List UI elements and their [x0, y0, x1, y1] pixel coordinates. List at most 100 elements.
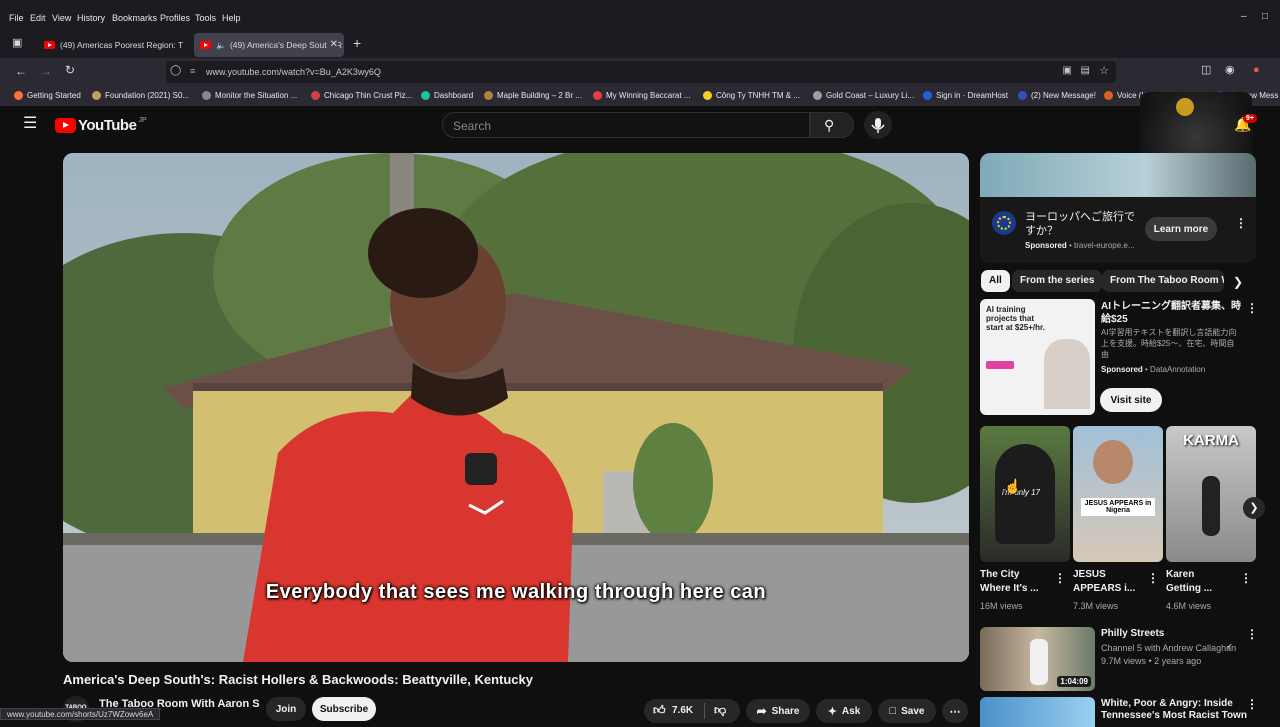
- short-person-image: [1093, 440, 1133, 484]
- new-tab-icon[interactable]: +: [353, 36, 361, 50]
- bookmark-item[interactable]: My Winning Baccarat ...: [593, 91, 690, 100]
- related-channel-1[interactable]: Channel 5 with Andrew Callaghan: [1101, 643, 1236, 653]
- data-ad-thumbnail[interactable]: AI training projects that start at $25+/…: [980, 299, 1095, 415]
- save-button[interactable]: □ Save: [878, 699, 936, 723]
- join-button[interactable]: Join: [266, 697, 306, 721]
- learn-more-button[interactable]: Learn more: [1145, 217, 1217, 241]
- restore-icon[interactable]: □: [1262, 12, 1268, 22]
- related-menu-icon[interactable]: ⋮: [1246, 698, 1258, 710]
- ad-menu-icon[interactable]: ⋮: [1235, 217, 1247, 229]
- youtube-page: ☰ YouTube JP Search ⚲ 🔔 9+ Everybody tha…: [0, 92, 1280, 727]
- menu-history[interactable]: History: [77, 13, 105, 23]
- bookmark-item[interactable]: Dashboard: [421, 91, 473, 100]
- short-views-1: 16M views: [980, 601, 1023, 611]
- bookmark-star-icon[interactable]: ☆: [1099, 64, 1109, 77]
- menu-profiles[interactable]: Profiles: [160, 13, 190, 23]
- short-menu-icon[interactable]: ⋮: [1240, 572, 1252, 584]
- short-thumbnail-3[interactable]: KARMA: [1166, 426, 1256, 562]
- data-ad-sponsor-line: Sponsored • DataAnnotation: [1101, 365, 1206, 374]
- youtube-play-icon: [55, 118, 76, 133]
- extension-icon[interactable]: ●: [1253, 65, 1260, 76]
- reload-icon[interactable]: ↻: [65, 64, 75, 76]
- close-tab-icon[interactable]: ✕: [326, 39, 338, 50]
- visit-site-button[interactable]: Visit site: [1100, 388, 1162, 412]
- data-ad-menu-icon[interactable]: ⋮: [1246, 302, 1258, 314]
- chip-all[interactable]: All: [981, 270, 1010, 292]
- bookmark-label: Chicago Thin Crust Piz...: [324, 91, 413, 100]
- chevron-right-icon[interactable]: ❯: [1233, 276, 1243, 288]
- ad-person-image: [1044, 339, 1090, 409]
- search-button[interactable]: ⚲: [810, 112, 854, 138]
- like-count[interactable]: 7.6K: [672, 705, 693, 716]
- bookmark-item[interactable]: (2) New Message!: [1018, 91, 1096, 100]
- menu-edit[interactable]: Edit: [30, 13, 46, 23]
- bookmark-item[interactable]: Getting Started: [14, 91, 81, 100]
- bookmark-item[interactable]: Chicago Thin Crust Piz...: [311, 91, 412, 100]
- thumbs-down-icon[interactable]: 👎︎: [714, 703, 726, 718]
- more-actions-button[interactable]: ⋯: [942, 699, 968, 723]
- related-thumbnail-1[interactable]: 1:04:09: [980, 627, 1095, 691]
- related-title-1[interactable]: Philly Streets: [1101, 628, 1164, 639]
- top-ad-card[interactable]: ヨーロッパへご旅行ですか？ Sponsored • travel-europe.…: [980, 153, 1256, 263]
- account-icon[interactable]: ◉: [1225, 65, 1235, 76]
- short-menu-icon[interactable]: ⋮: [1054, 572, 1066, 584]
- short-person-image: [1202, 476, 1220, 536]
- back-icon[interactable]: ←: [15, 65, 27, 77]
- youtube-logo[interactable]: YouTube JP: [55, 117, 147, 134]
- tab-overview-icon[interactable]: ▣: [12, 38, 22, 49]
- video-player[interactable]: Everybody that sees me walking through h…: [63, 153, 969, 662]
- related-menu-icon[interactable]: ⋮: [1246, 628, 1258, 640]
- microphone-icon: [871, 118, 885, 133]
- address-bar[interactable]: ◯ ≡ www.youtube.com/watch?v=Bu_A2K3wy6Q …: [166, 61, 1116, 83]
- bookmark-item[interactable]: Công Ty TNHH TM & ...: [703, 91, 800, 100]
- short-thumbnail-1[interactable]: i'm only 17: [980, 426, 1070, 562]
- menu-view[interactable]: View: [52, 13, 71, 23]
- bookmark-item[interactable]: Monitor the Situation ...: [202, 91, 297, 100]
- notifications-button[interactable]: 🔔 9+: [1234, 114, 1257, 134]
- screenshot-icon[interactable]: ▣: [1063, 65, 1072, 76]
- voice-search-button[interactable]: [864, 111, 892, 139]
- tab-deep-south[interactable]: 🔈 (49) America's Deep South: R ✕: [194, 33, 344, 57]
- chair-logo-icon: [1176, 98, 1194, 116]
- data-ad-title[interactable]: AIトレーニング翻訳者募集、時給$25: [1101, 300, 1241, 326]
- forward-icon[interactable]: →: [40, 65, 52, 77]
- speaker-icon[interactable]: 🔈: [216, 41, 226, 50]
- short-title-3[interactable]: Karen Getting ...: [1166, 568, 1232, 596]
- shield-icon[interactable]: ◯: [170, 65, 181, 76]
- bookmark-item[interactable]: Maple Building – 2 Br ...: [484, 91, 582, 100]
- bookmark-label: (2) New Message!: [1031, 91, 1096, 100]
- tab-title: (49) Americas Poorest Region: T: [60, 40, 184, 50]
- menu-help[interactable]: Help: [222, 13, 241, 23]
- short-thumbnail-2[interactable]: JESUS APPEARS in Nigeria: [1073, 426, 1163, 562]
- site-info-icon[interactable]: ≡: [190, 66, 195, 76]
- ad-sponsor-line: Sponsored • travel-europe.e...: [1025, 241, 1135, 250]
- video-title: America's Deep South's: Racist Hollers &…: [63, 672, 533, 687]
- reader-icon[interactable]: ▤: [1081, 65, 1090, 76]
- related-thumbnail-2[interactable]: [980, 697, 1095, 727]
- short-title-1[interactable]: The City Where It's ...: [980, 568, 1044, 596]
- share-button[interactable]: ➦ Share: [746, 699, 810, 723]
- bookmark-item[interactable]: Gold Coast – Luxury Li...: [813, 91, 914, 100]
- tab-americas-poorest[interactable]: (49) Americas Poorest Region: T: [38, 33, 190, 57]
- bookmark-favicon-icon: [593, 91, 602, 100]
- chip-from-series[interactable]: From the series: [1012, 270, 1103, 292]
- search-input[interactable]: Search: [442, 112, 810, 138]
- related-title-2[interactable]: White, Poor & Angry: Inside Tennessee's …: [1101, 698, 1251, 722]
- ask-button[interactable]: ✦ Ask: [816, 699, 872, 723]
- thumbs-up-icon[interactable]: 👍︎: [653, 703, 666, 718]
- sidebar-icon[interactable]: ◫: [1201, 65, 1211, 76]
- menu-bar: File Edit View History Bookmarks Profile…: [0, 0, 1280, 34]
- short-views-2: 7.3M views: [1073, 601, 1119, 611]
- short-menu-icon[interactable]: ⋮: [1147, 572, 1159, 584]
- short-title-2[interactable]: JESUS APPEARS i...: [1073, 568, 1139, 596]
- hamburger-menu-icon[interactable]: ☰: [23, 116, 37, 132]
- bookmark-item[interactable]: Foundation (2021) S0...: [92, 91, 189, 100]
- subscribe-button[interactable]: Subscribe: [312, 697, 376, 721]
- bookmark-item[interactable]: Sign in · DreamHost: [923, 91, 1008, 100]
- shorts-next-button[interactable]: ❯: [1243, 497, 1265, 519]
- menu-bookmarks[interactable]: Bookmarks: [112, 13, 157, 23]
- menu-file[interactable]: File: [9, 13, 24, 23]
- chip-from-taboo-room[interactable]: From The Taboo Room W: [1102, 270, 1224, 292]
- menu-tools[interactable]: Tools: [195, 13, 216, 23]
- minimize-icon[interactable]: –: [1241, 12, 1247, 22]
